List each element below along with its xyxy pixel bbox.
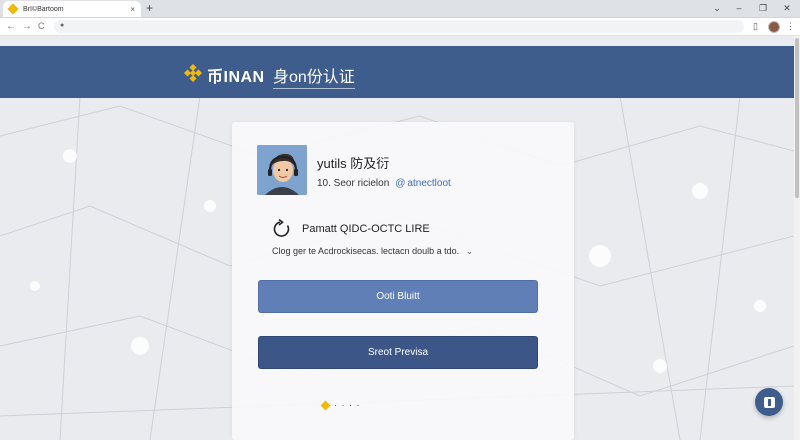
verification-card: yutils 防及衍 10. Seor ricielon @ atnectloo… [232,122,574,440]
qr-description: Clog ger te Acdrockisecas. lectacn doulb… [272,246,473,257]
tab-title: BrI©Bartoom [23,5,64,13]
forward-button[interactable]: → [22,18,32,35]
browser-toolbar: ← → C ● ▯ ⋮ [0,18,800,36]
browser-menu-icon[interactable]: ⋮ [786,18,795,35]
brand-logo-icon [184,64,202,82]
avatar-illustration [257,145,307,195]
scrollbar-thumb[interactable] [795,38,799,198]
brand-name[interactable]: 币INAN [207,63,265,87]
card-footer: · · · · [320,400,361,410]
qr-section-title: Pamatt QIDC-OCTC LIRE [302,223,430,235]
footer-dots: · · · · [334,400,361,410]
refresh-icon[interactable] [272,219,292,239]
close-window-button[interactable]: ✕ [776,0,798,17]
page-title: 身on份认证 [273,63,355,89]
maximize-button[interactable]: ❐ [752,0,774,17]
user-id-line: 10. Seor ricielon @ atnectloot [317,178,451,189]
reload-button[interactable]: C [38,18,45,35]
help-icon [763,396,775,408]
user-avatar [257,145,307,195]
browser-tab[interactable]: BrI©Bartoom × [3,1,141,17]
floating-help-button[interactable] [755,388,783,416]
tab-close-icon[interactable]: × [130,5,135,14]
chevron-down-icon[interactable]: ⌄ [466,246,474,256]
user-name: yutils 防及衍 [317,156,390,171]
browser-tabstrip: BrI©Bartoom × + ⌄ – ❐ ✕ [0,0,800,18]
profile-avatar[interactable] [768,21,780,33]
qr-description-text: Clog ger te Acdrockisecas. lectacn doulb… [272,246,460,256]
footer-logo-icon [320,400,331,410]
user-handle-link[interactable]: atnectloot [407,178,450,189]
back-button[interactable]: ← [6,18,16,35]
minimize-button[interactable]: – [728,0,750,17]
secondary-action-button[interactable]: Sreot Previsa [258,336,538,369]
new-tab-button[interactable]: + [146,0,153,17]
tab-search-icon[interactable]: ⌄ [706,0,728,17]
extension-icon[interactable]: ▯ [753,18,758,35]
site-header: 币INAN 身on份认证 [0,46,794,98]
address-bar[interactable]: ● [54,20,744,33]
page-scrollbar[interactable] [794,36,800,440]
at-icon: @ [395,178,406,189]
user-id: 10. Seor ricielon [317,178,390,189]
primary-action-button[interactable]: Ooti Bluitt [258,280,538,313]
lock-icon: ● [60,22,65,29]
favicon-icon [7,3,19,15]
page: 币INAN 身on份认证 yutils 防及衍 10. Seor ricielo… [0,36,794,440]
